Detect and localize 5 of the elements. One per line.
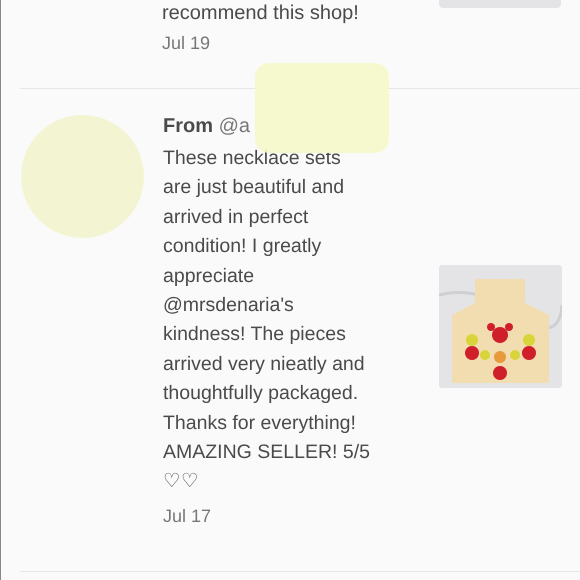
review-date: Jul 17 [163,506,212,527]
review-text: recommend this shop! [162,2,360,24]
review-date: Jul 19 [162,33,212,54]
review-author: From @a [163,115,251,138]
review-text: These necklace sets are just beautiful and arrived in perfect condition! I greatly appreciate @mrsdenaria's kindness! The pieces arrived very nieatly and thoughtfully packaged. Thanks for everything! AMAZING SELLER! 5/5 ♡♡ [163,146,371,494]
